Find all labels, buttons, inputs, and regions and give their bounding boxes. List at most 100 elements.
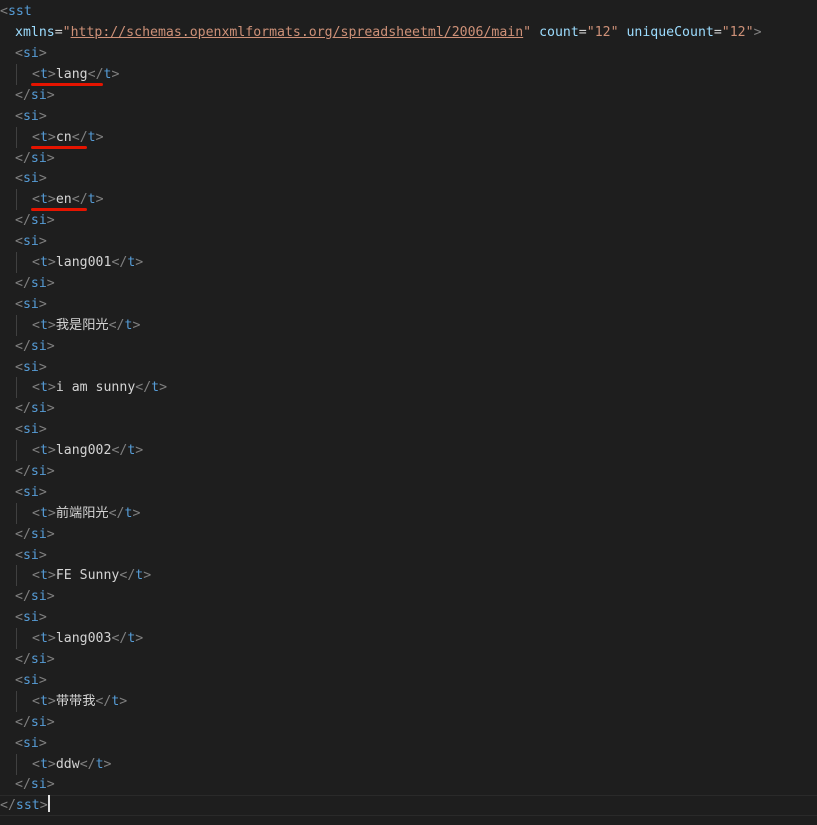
code-line-root-close: </sst> [0, 795, 50, 816]
indent-guide [16, 628, 17, 649]
t-close-tag-name: t [151, 380, 160, 395]
code-line-si-close: </si> [15, 339, 55, 354]
code-editor[interactable]: <sst xmlns="http://schemas.openxmlformat… [0, 0, 817, 825]
t-tag-name: t [39, 443, 48, 458]
shared-string-value: lang001 [55, 255, 112, 270]
si-tag-name: si [22, 171, 39, 186]
current-line-highlight [0, 795, 817, 816]
code-line-si-open: <si> [15, 422, 47, 437]
si-close-tag-name: si [30, 715, 47, 730]
code-line-si-close: </si> [15, 527, 55, 542]
code-line-si-close: </si> [15, 777, 55, 792]
code-line-t-element: <t>FE Sunny</t> [32, 568, 152, 583]
t-tag-name: t [39, 318, 48, 333]
code-line-t-element: <t>en</t> [32, 192, 104, 207]
indent-guide [16, 565, 17, 586]
code-line-si-open: <si> [15, 234, 47, 249]
si-tag-name: si [22, 736, 39, 751]
shared-string-value: 前端阳光 [55, 506, 109, 521]
shared-string-value: FE Sunny [55, 568, 120, 583]
t-tag-name: t [39, 380, 48, 395]
t-tag-name: t [39, 757, 48, 772]
t-tag-name: t [39, 192, 48, 207]
si-close-tag-name: si [30, 464, 47, 479]
red-underline-annotation [31, 83, 103, 86]
attribute-name: xmlns [15, 25, 55, 40]
si-close-tag-name: si [30, 276, 47, 291]
xmlns-link[interactable]: http://schemas.openxmlformats.org/spread… [71, 25, 524, 40]
indent-guide [16, 189, 17, 210]
shared-string-value: 带带我 [55, 694, 96, 709]
si-tag-name: si [22, 548, 39, 563]
si-tag-name: si [22, 422, 39, 437]
si-tag-name: si [22, 109, 39, 124]
shared-string-value: en [55, 192, 72, 207]
t-tag-name: t [39, 255, 48, 270]
code-line-si-open: <si> [15, 109, 47, 124]
t-tag-name: t [39, 67, 48, 82]
si-tag-name: si [22, 46, 39, 61]
shared-string-value: ddw [55, 757, 80, 772]
code-line-t-element: <t>lang003</t> [32, 631, 144, 646]
tag-bracket: < [0, 4, 8, 19]
si-tag-name: si [22, 297, 39, 312]
code-line-si-open: <si> [15, 548, 47, 563]
t-tag-name: t [39, 130, 48, 145]
code-line-si-close: </si> [15, 715, 55, 730]
code-line-root-attributes: xmlns="http://schemas.openxmlformats.org… [15, 25, 762, 40]
si-close-tag-name: si [30, 151, 47, 166]
si-close-tag-name: si [30, 527, 47, 542]
indent-guide [16, 503, 17, 524]
code-line-si-open: <si> [15, 485, 47, 500]
root-close-tag-name: sst [15, 798, 40, 813]
attribute-value: 12 [594, 25, 611, 40]
si-close-tag-name: si [30, 213, 47, 228]
indent-guide [16, 691, 17, 712]
code-line-si-close: </si> [15, 401, 55, 416]
si-close-tag-name: si [30, 88, 47, 103]
t-tag-name: t [39, 568, 48, 583]
shared-string-value: cn [55, 130, 72, 145]
code-line-t-element: <t>ddw</t> [32, 757, 112, 772]
si-tag-name: si [22, 234, 39, 249]
code-line-si-close: </si> [15, 589, 55, 604]
code-line-si-open: <si> [15, 673, 47, 688]
t-tag-name: t [39, 506, 48, 521]
text-cursor [47, 795, 50, 812]
code-line-t-element: <t>lang001</t> [32, 255, 144, 270]
code-line-si-close: </si> [15, 151, 55, 166]
code-line-t-element: <t>前端阳光</t> [32, 506, 141, 521]
code-line-si-open: <si> [15, 736, 47, 751]
code-line-t-element: <t>i am sunny</t> [32, 380, 168, 395]
t-tag-name: t [39, 694, 48, 709]
indent-guide [16, 440, 17, 461]
code-line-t-element: <t>cn</t> [32, 130, 104, 145]
shared-string-value: lang002 [55, 443, 112, 458]
shared-string-value: lang [55, 67, 88, 82]
code-line-si-open: <si> [15, 360, 47, 375]
indent-guide [16, 127, 17, 148]
red-underline-annotation [31, 208, 87, 211]
si-close-tag-name: si [30, 339, 47, 354]
code-line-si-close: </si> [15, 652, 55, 667]
shared-string-value: i am sunny [55, 380, 136, 395]
code-line-root-open: <sst [0, 1, 32, 22]
t-tag-name: t [39, 631, 48, 646]
code-line-si-open: <si> [15, 610, 47, 625]
si-tag-name: si [22, 610, 39, 625]
si-tag-name: si [22, 360, 39, 375]
t-close-tag-name: t [87, 130, 96, 145]
attribute-name: count [539, 25, 579, 40]
code-line-si-close: </si> [15, 88, 55, 103]
code-line-si-close: </si> [15, 213, 55, 228]
root-tag-name: sst [7, 4, 32, 19]
attribute-value: 12 [729, 25, 746, 40]
code-line-si-close: </si> [15, 276, 55, 291]
t-close-tag-name: t [95, 757, 104, 772]
indent-guide [16, 315, 17, 336]
si-tag-name: si [22, 673, 39, 688]
si-close-tag-name: si [30, 401, 47, 416]
code-line-si-close: </si> [15, 464, 55, 479]
code-line-t-element: <t>lang002</t> [32, 443, 144, 458]
si-tag-name: si [22, 485, 39, 500]
